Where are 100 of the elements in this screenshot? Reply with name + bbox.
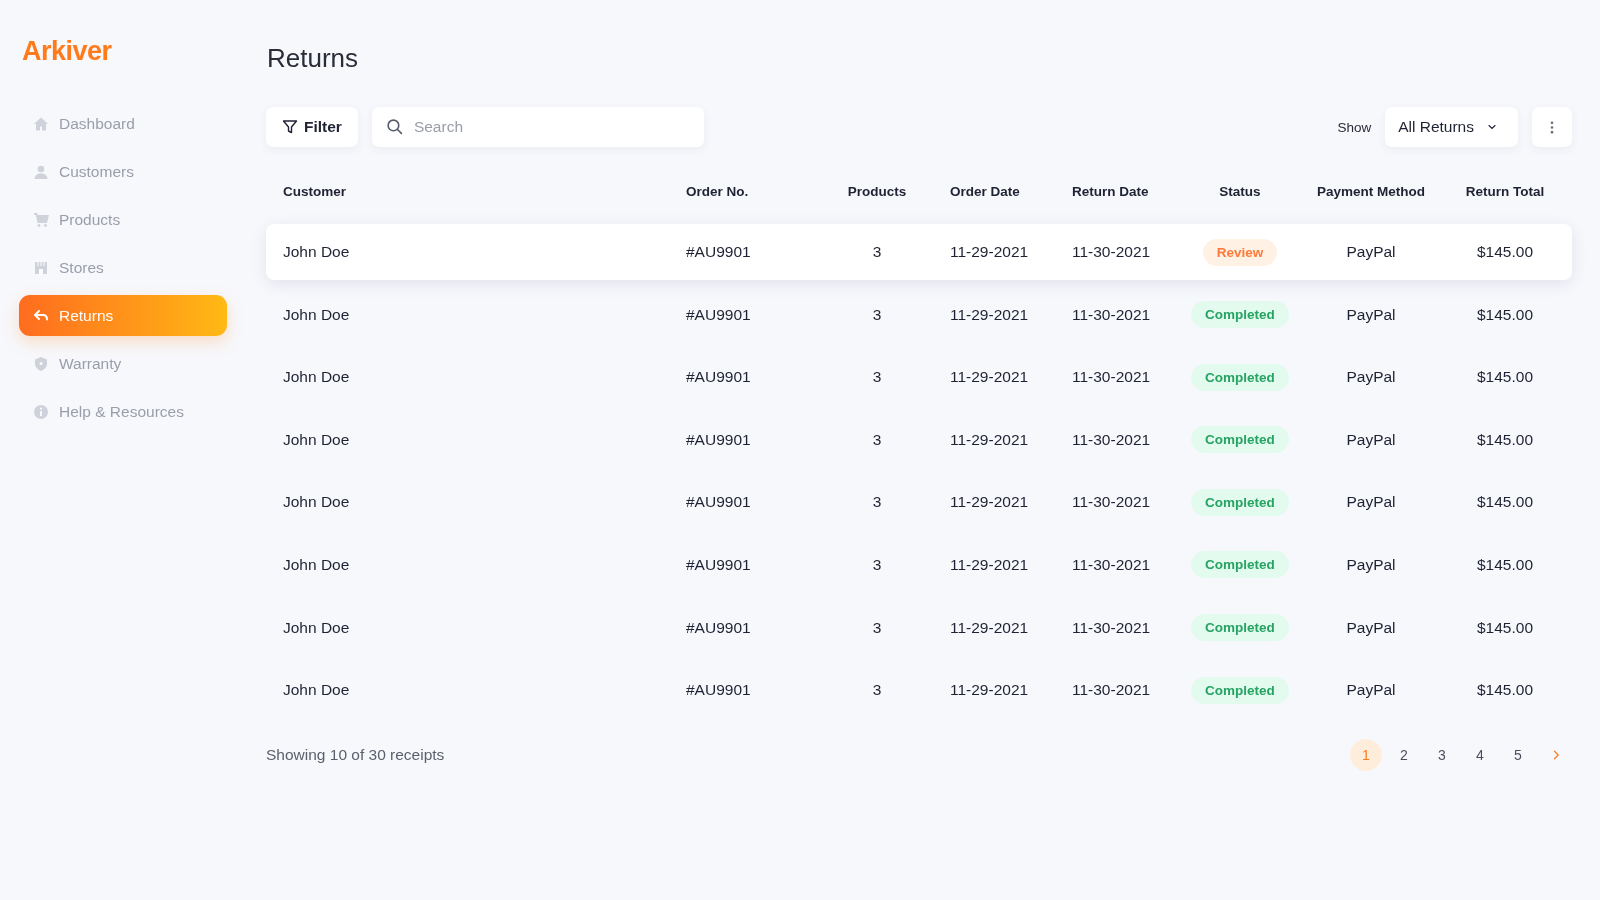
table-cell: 11-29-2021 [950, 430, 1029, 449]
table-cell: 11-29-2021 [950, 305, 1029, 324]
status-badge: Review [1202, 238, 1278, 266]
table-cell: #AU9901 [686, 618, 751, 637]
table-cell: 11-30-2021 [1072, 493, 1151, 512]
table-row[interactable]: John Doe #AU9901 3 11-29-2021 11-30-2021 Completed PayPal $145.00 [266, 599, 1572, 656]
table-cell: #AU9901 [686, 243, 751, 261]
table-cell: 11-29-2021 [950, 493, 1029, 512]
table-cell: John Doe [283, 618, 350, 637]
search-icon [385, 118, 403, 135]
status-badge: Completed [1191, 426, 1289, 454]
table-cell: John Doe [283, 493, 350, 512]
table-cell: PayPal [1346, 618, 1396, 637]
table-cell: 3 [872, 305, 882, 324]
table-cell: PayPal [1346, 430, 1396, 449]
table-cell: 11-29-2021 [950, 368, 1029, 387]
selected-row[interactable]: John Doe #AU9901 3 11-29-2021 11-30-2021 Review PayPal $145.00 [266, 224, 1572, 280]
table-cell: $145.00 [1477, 243, 1533, 261]
page-button[interactable]: 5 [1502, 738, 1534, 771]
column-header: Products [847, 183, 907, 199]
table-cell: PayPal [1346, 555, 1396, 574]
table-cell: John Doe [283, 681, 350, 700]
table-cell: John Doe [283, 368, 350, 387]
cart-icon [33, 211, 49, 228]
table-cell: $145.00 [1477, 555, 1533, 574]
status-badge: Completed [1191, 301, 1289, 329]
table-cell: $145.00 [1477, 368, 1533, 387]
table-cell: 3 [872, 368, 882, 387]
table-cell: 3 [872, 618, 882, 637]
show-dropdown[interactable]: All Returns [1385, 107, 1518, 147]
page-button[interactable]: 4 [1464, 738, 1496, 771]
filter-button[interactable]: Filter [266, 107, 358, 147]
table-cell: John Doe [283, 243, 350, 261]
table-cell: 11-30-2021 [1072, 618, 1151, 637]
status-badge: Completed [1191, 363, 1289, 391]
column-header: Status [1219, 183, 1261, 199]
column-header: Order Date [950, 183, 1020, 199]
table-cell: 3 [872, 430, 882, 449]
table-row[interactable]: John Doe #AU9901 3 11-29-2021 11-30-2021 Completed PayPal $145.00 [266, 662, 1572, 719]
status-badge: Completed [1191, 551, 1289, 579]
page-button[interactable]: 3 [1426, 738, 1458, 771]
table-cell: PayPal [1346, 243, 1396, 261]
table-cell: 3 [872, 243, 882, 261]
page-button[interactable]: 2 [1388, 738, 1420, 771]
table-cell: PayPal [1346, 681, 1396, 700]
table-cell: 3 [872, 555, 882, 574]
page-title: Returns [267, 43, 360, 74]
table-cell: 11-30-2021 [1072, 243, 1151, 261]
column-header: Return Date [1072, 183, 1149, 199]
table-cell: PayPal [1346, 305, 1396, 324]
status-badge: Completed [1191, 676, 1289, 704]
search-field[interactable]: Search [371, 107, 704, 147]
table-cell: 11-29-2021 [950, 618, 1029, 637]
column-header: Order No. [686, 183, 749, 199]
table-cell: 11-29-2021 [950, 681, 1029, 700]
results-summary: Showing 10 of 30 receipts [266, 745, 445, 764]
table-cell: John Doe [283, 555, 350, 574]
column-header: Customer [283, 183, 346, 199]
table-cell: John Doe [283, 305, 350, 324]
table-cell: 11-29-2021 [950, 243, 1029, 261]
table-cell: $145.00 [1477, 618, 1533, 637]
filter-icon [282, 119, 298, 135]
table-cell: #AU9901 [686, 555, 751, 574]
column-header: Return Total [1465, 183, 1545, 199]
table-cell: John Doe [283, 430, 350, 449]
table-cell: $145.00 [1477, 681, 1533, 700]
show-label: Show [1337, 119, 1372, 135]
table-cell: PayPal [1346, 368, 1396, 387]
table-row[interactable]: John Doe #AU9901 3 11-29-2021 11-30-2021 Completed PayPal $145.00 [266, 474, 1572, 531]
table-cell: 11-29-2021 [950, 555, 1029, 574]
table-row[interactable]: John Doe #AU9901 3 11-29-2021 11-30-2021 Completed PayPal $145.00 [266, 536, 1572, 593]
table-cell: PayPal [1346, 493, 1396, 512]
info-icon [33, 403, 49, 420]
shield-icon [33, 355, 49, 372]
table-cell: $145.00 [1477, 305, 1533, 324]
person-icon [33, 163, 49, 180]
table-cell: 3 [872, 681, 882, 700]
store-icon [33, 259, 49, 276]
table-row[interactable]: John Doe #AU9901 3 11-29-2021 11-30-2021 Completed PayPal $145.00 [266, 411, 1572, 468]
status-badge: Completed [1191, 488, 1289, 516]
table-cell: #AU9901 [686, 493, 751, 512]
status-badge: Completed [1191, 614, 1289, 642]
more-button[interactable] [1532, 107, 1572, 147]
table-cell: 3 [872, 493, 882, 512]
table-cell: 11-30-2021 [1072, 305, 1151, 324]
table-row[interactable]: John Doe #AU9901 3 11-29-2021 11-30-2021 Completed PayPal $145.00 [266, 286, 1572, 343]
home-icon [33, 115, 49, 132]
table-cell: #AU9901 [686, 305, 751, 324]
table-row[interactable]: John Doe #AU9901 3 11-29-2021 11-30-2021 Completed PayPal $145.00 [266, 349, 1572, 406]
table-cell: $145.00 [1477, 493, 1533, 512]
table-cell: #AU9901 [686, 681, 751, 700]
table-cell: 11-30-2021 [1072, 555, 1151, 574]
table-cell: 11-30-2021 [1072, 368, 1151, 387]
table-cell: #AU9901 [686, 368, 751, 387]
column-header: Payment Method [1317, 183, 1425, 199]
table-cell: #AU9901 [686, 430, 751, 449]
table-cell: 11-30-2021 [1072, 430, 1151, 449]
table-cell: $145.00 [1477, 430, 1533, 449]
more-vertical-icon [1550, 120, 1554, 134]
table-cell: 11-30-2021 [1072, 681, 1151, 700]
